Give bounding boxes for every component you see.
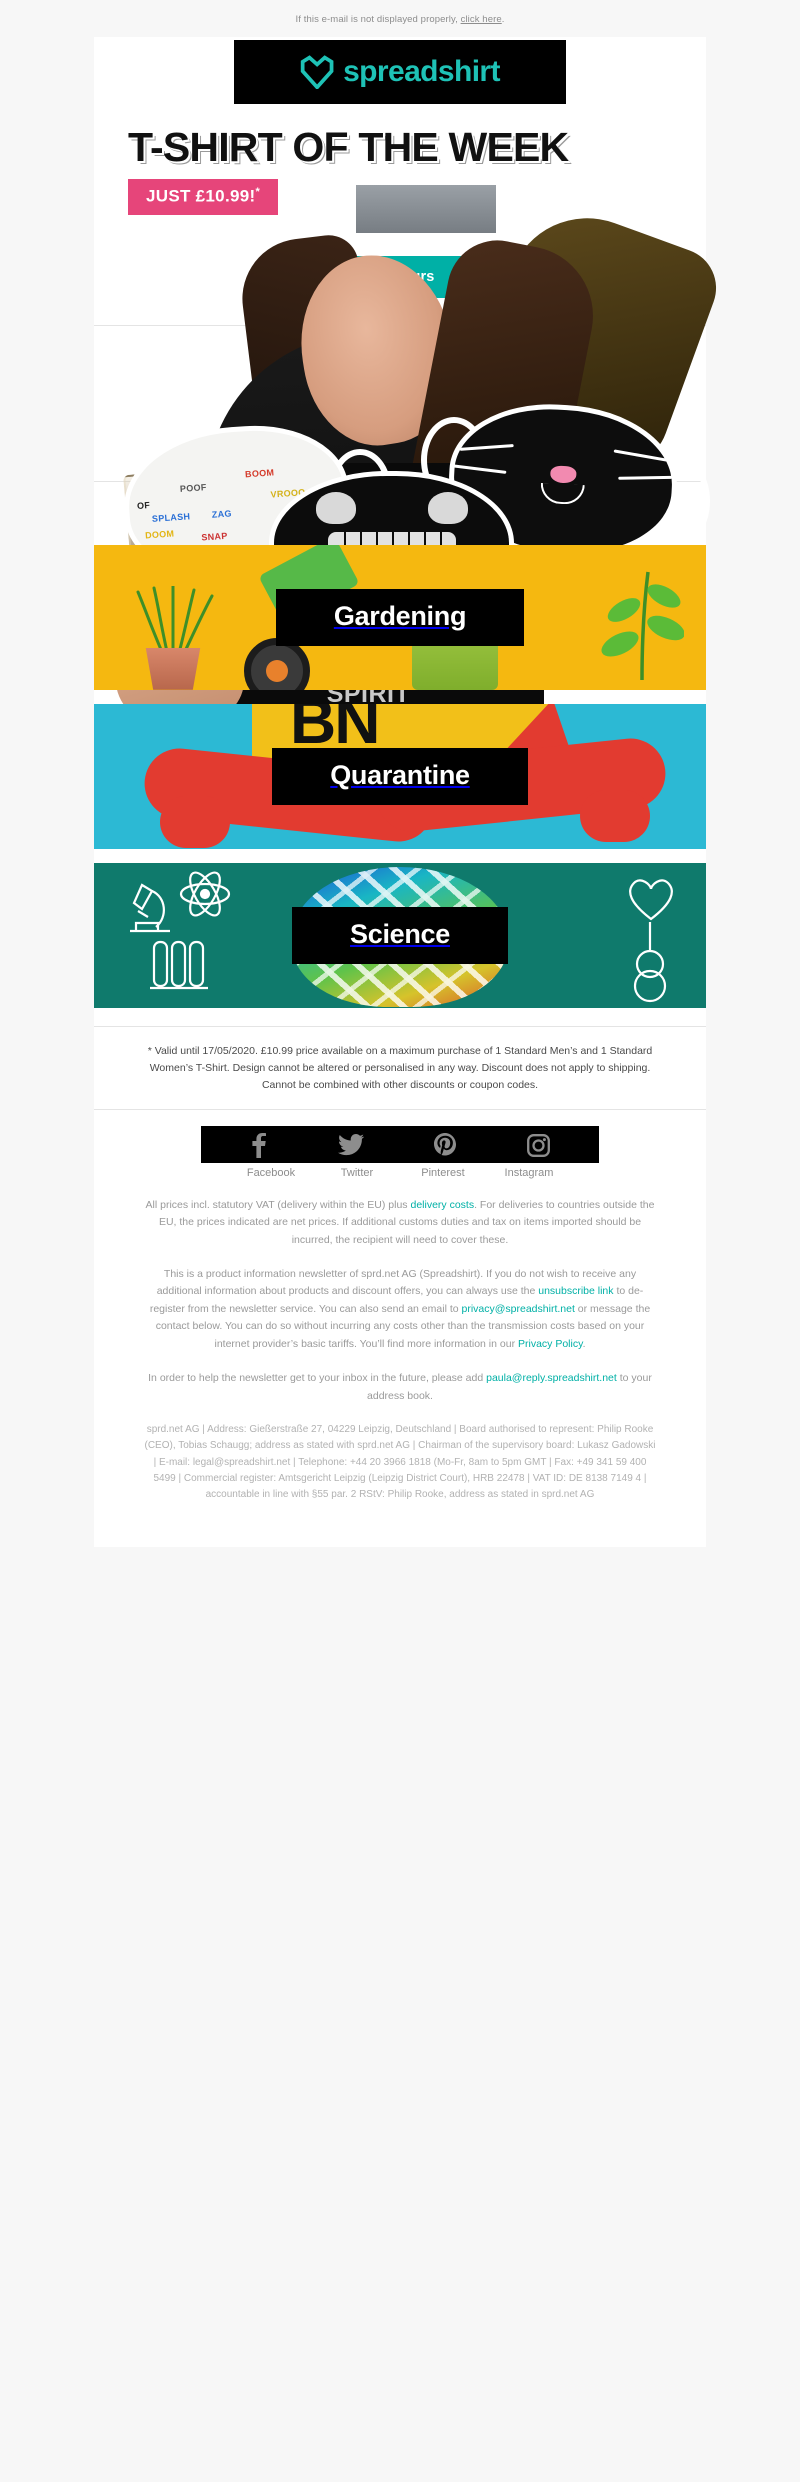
footer-newsletter-text: This is a product information newsletter… [149,1267,651,1350]
footer-address-book-text: In order to help the newsletter get to y… [148,1372,652,1402]
twitter-icon[interactable] [337,1134,364,1156]
spreadshirt-heart-logo-icon [300,55,334,89]
logo-inner: spreadshirt [300,55,500,89]
category-label-gardening: Gardening [275,588,525,646]
social-icon-bar [201,1125,599,1163]
promo-disclaimer: * Valid until 17/05/2020. £10.99 price a… [94,1026,706,1109]
page-title: T-SHIRT OF THE WEEK [128,124,569,170]
brand-logo-link[interactable]: spreadshirt [234,40,566,104]
flower-pot-decor [145,647,201,690]
social-label-twitter: Twitter [314,1167,400,1179]
facebook-icon[interactable] [250,1132,267,1158]
view-in-browser-link[interactable]: click here [461,14,502,25]
privacy-email-link[interactable]: privacy@spreadshirt.net [462,1303,575,1315]
social-label-facebook: Facebook [228,1167,314,1179]
social-labels: Facebook Twitter Pinterest Instagram [94,1167,706,1179]
twitter-link[interactable]: Twitter [341,1167,373,1179]
test-tubes-icon [150,940,208,989]
banner-gap-3 [94,1007,706,1026]
brand-wordmark: spreadshirt [343,55,500,88]
microscope-icon [130,883,170,932]
quarantine-fist-right [580,789,650,842]
facebook-link[interactable]: Facebook [247,1167,295,1179]
social-label-pinterest: Pinterest [400,1167,486,1179]
email-column: spreadshirt T-SHIRT OF THE WEEK JUST £10… [94,37,728,1547]
sender-email-link[interactable]: paula@reply.spreadshirt.net [486,1372,617,1384]
preheader-bar: If this e-mail is not displayed properly… [0,0,800,37]
price-badge-asterisk: * [255,186,261,199]
category-banner-quarantine[interactable]: BN Quarantine [94,703,706,849]
price-badge-label: JUST £10.99! [146,186,256,206]
pinterest-icon[interactable] [434,1133,457,1157]
leaf-branch-icon [601,571,685,680]
category-banner-science[interactable]: Science [94,862,706,1008]
email-body: If this e-mail is not displayed properly… [0,0,800,1557]
social-label-instagram: Instagram [486,1167,572,1179]
footer-vat-text: All prices incl. statutory VAT (delivery… [145,1198,655,1246]
logo-band: spreadshirt [94,37,706,109]
violin-icon [633,921,667,1002]
footer-padding [94,1520,706,1547]
preheader-text: If this e-mail is not displayed properly… [295,14,505,25]
instagram-icon[interactable] [526,1133,550,1157]
banner-gap-2 [94,848,706,863]
social-band: Facebook Twitter Pinterest Instagram [94,1109,706,1185]
wheel-hub [266,659,288,682]
atom-icon [179,871,231,917]
leafy-plant-decor [598,570,685,680]
unsubscribe-link[interactable]: unsubscribe link [538,1285,613,1297]
category-label-science: Science [292,906,508,964]
footer: All prices incl. statutory VAT (delivery… [94,1184,706,1504]
privacy-policy-link[interactable]: Privacy Policy [518,1338,583,1350]
category-banner-gardening[interactable]: Gardening [94,544,706,690]
instagram-link[interactable]: Instagram [505,1167,554,1179]
quarantine-fist-left [160,795,230,848]
heart-icon [629,879,673,921]
pinterest-link[interactable]: Pinterest [421,1167,464,1179]
footer-legal-text: sprd.net AG | Address: Gießerstraße 27, … [144,1423,656,1501]
email-tail [0,1546,800,1557]
delivery-costs-link[interactable]: delivery costs [410,1199,474,1211]
price-badge: JUST £10.99!* [128,179,279,215]
category-label-quarantine: Quarantine [272,747,528,805]
